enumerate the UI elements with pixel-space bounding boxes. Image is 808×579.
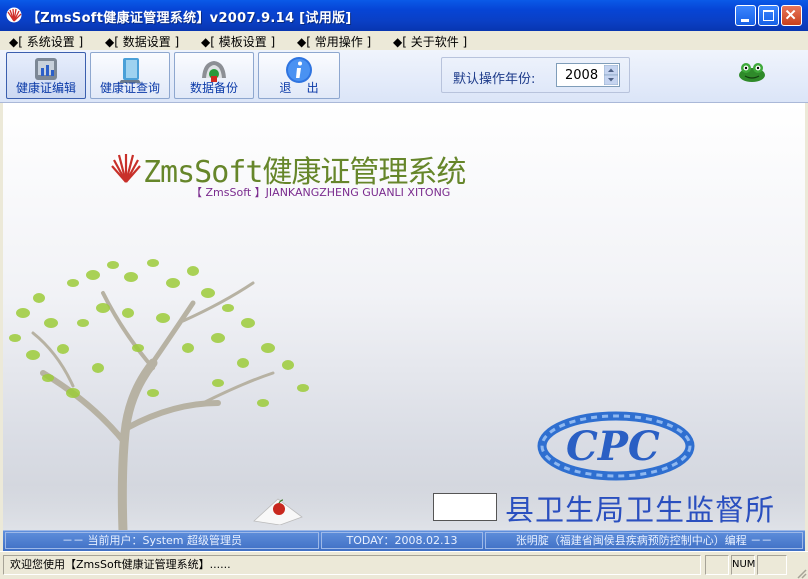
window-title: 【ZmsSoft健康证管理系统】v2007.9.14 [试用版] — [27, 11, 352, 26]
tree-illustration — [9, 259, 309, 530]
health-card-query-button[interactable]: 健康证查询 — [90, 52, 170, 99]
menu-data-settings[interactable]: ◆[ 数据设置 ] — [105, 33, 179, 50]
org-name-blank-box — [433, 493, 497, 521]
spinner-arrows-icon[interactable] — [604, 65, 618, 85]
main-splash-area: ZmsSoft健康证管理系统 【 ZmsSoft 】JIANKANGZHENG … — [3, 103, 805, 530]
frog-mascot-icon — [739, 63, 765, 82]
svg-text:CPC: CPC — [566, 423, 660, 470]
status-message: 欢迎您使用【ZmsSoft健康证管理系统】...... — [3, 555, 701, 575]
default-year-spinner[interactable]: 2008 — [556, 63, 620, 87]
app-window: 【ZmsSoft健康证管理系统】v2007.9.14 [试用版] ◆[ 系统设置… — [0, 0, 808, 579]
default-year-label: 默认操作年份: — [453, 72, 536, 87]
default-year-group: 默认操作年份: 2008 — [441, 57, 630, 93]
status-cell-caps — [705, 555, 729, 575]
health-card-edit-label: 健康证编辑 — [15, 81, 76, 95]
data-backup-button[interactable]: 数据备份 — [174, 52, 254, 99]
exit-button[interactable]: 退 出 — [258, 52, 340, 99]
menu-common-operations[interactable]: ◆[ 常用操作 ] — [297, 33, 371, 50]
menu-system-settings[interactable]: ◆[ 系统设置 ] — [9, 33, 83, 50]
menu-bar: ◆[ 系统设置 ] ◆[ 数据设置 ] ◆[ 模板设置 ] ◆[ 常用操作 ] … — [0, 31, 808, 51]
org-name: 县卫生局卫生监督所 — [505, 493, 776, 527]
today-date: TODAY：2008.02.13 — [321, 532, 483, 549]
author-info: 张明腚（福建省闽侯县疾病预防控制中心）编程 －－ — [485, 532, 803, 549]
status-bar: 欢迎您使用【ZmsSoft健康证管理系统】...... NUM — [0, 551, 808, 579]
product-subtitle: 【 ZmsSoft 】JIANKANGZHENG GUANLI XITONG — [191, 186, 451, 199]
data-backup-label: 数据备份 — [189, 81, 238, 95]
title-bar[interactable]: 【ZmsSoft健康证管理系统】v2007.9.14 [试用版] — [0, 0, 808, 31]
health-card-query-label: 健康证查询 — [99, 81, 160, 95]
maximize-button[interactable] — [758, 5, 779, 26]
shell-logo-icon — [111, 154, 141, 183]
status-num: NUM — [731, 555, 755, 575]
info-band: －－ 当前用户：System 超级管理员 TODAY：2008.02.13 张明… — [3, 530, 805, 551]
menu-template-settings[interactable]: ◆[ 模板设置 ] — [201, 33, 275, 50]
resize-grip-icon[interactable] — [795, 567, 807, 579]
status-cell-scrl — [757, 555, 787, 575]
minimize-button[interactable] — [735, 5, 756, 26]
apple-badge-icon — [253, 498, 303, 525]
health-card-edit-button[interactable]: 健康证编辑 — [6, 52, 86, 99]
cpc-emblem-icon: CPC — [537, 411, 695, 481]
close-button[interactable] — [781, 5, 802, 26]
app-shell-icon — [6, 7, 22, 23]
toolbar: 健康证编辑 健康证查询 数据备份 退 出 默认操作年份: 2008 — [0, 50, 808, 103]
default-year-value[interactable]: 2008 — [565, 68, 598, 83]
menu-about-software[interactable]: ◆[ 关于软件 ] — [393, 33, 467, 50]
exit-label: 退 出 — [279, 81, 319, 95]
close-icon — [785, 9, 796, 20]
current-user-info: －－ 当前用户：System 超级管理员 — [5, 532, 319, 549]
